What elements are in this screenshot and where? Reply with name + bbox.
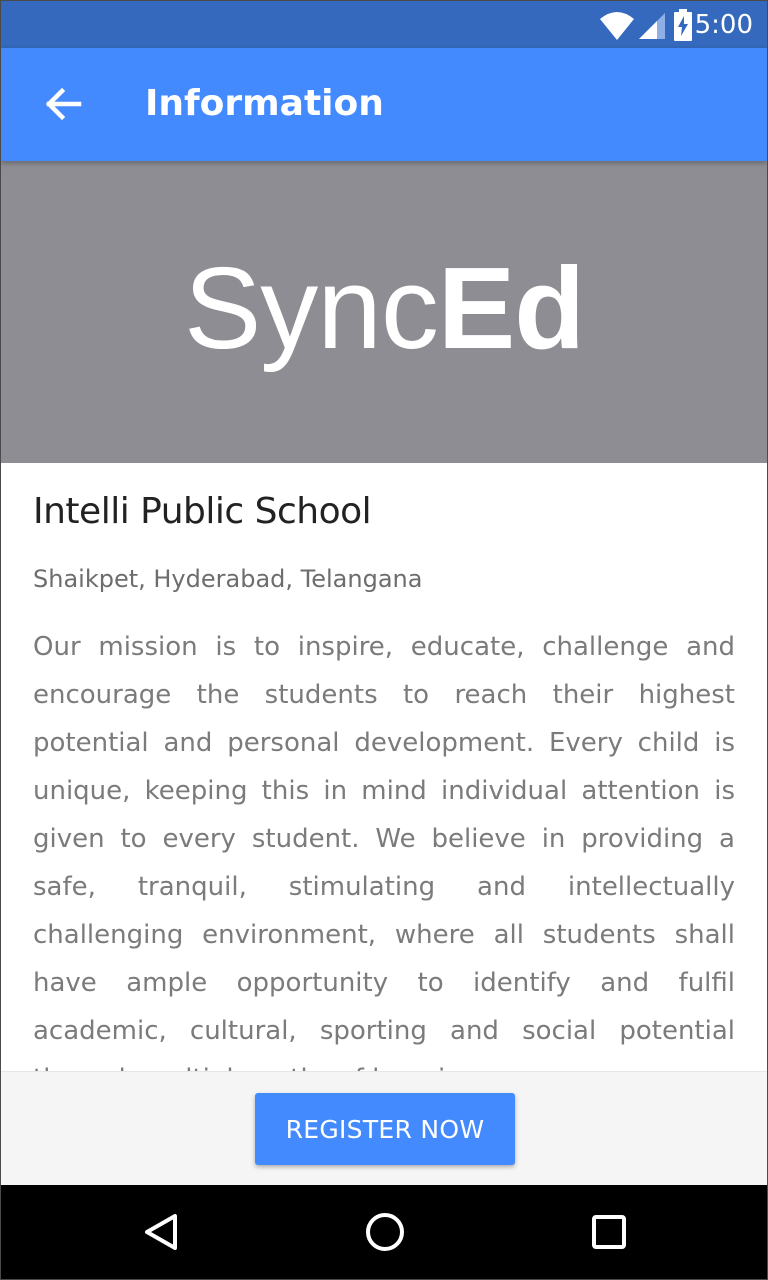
- bottom-action-bar: REGISTER NOW: [1, 1071, 767, 1185]
- system-nav-bar: [1, 1185, 767, 1279]
- app-bar: Information: [1, 48, 767, 161]
- page-title: Information: [145, 83, 384, 124]
- app-screen: 5:00 Information Sync Ed Intelli Public S…: [0, 0, 768, 1280]
- signal-icon: [639, 13, 665, 39]
- battery-charging-icon: [674, 9, 692, 41]
- wifi-icon: [600, 12, 634, 40]
- school-description: Our mission is to inspire, educate, chal…: [33, 632, 735, 1071]
- nav-back-button[interactable]: [131, 1202, 191, 1262]
- banner: Sync Ed: [1, 161, 767, 463]
- status-time: 5:00: [694, 10, 753, 40]
- nav-recents-icon: [592, 1215, 626, 1249]
- school-location: Shaikpet, Hyderabad, Telangana: [33, 565, 423, 593]
- nav-home-icon: [366, 1213, 404, 1251]
- nav-recents-button[interactable]: [579, 1202, 639, 1262]
- status-bar: 5:00: [1, 1, 767, 48]
- logo-text-light: Sync: [183, 243, 439, 373]
- logo-text-bold: Ed: [437, 243, 585, 373]
- nav-home-button[interactable]: [355, 1202, 415, 1262]
- synced-logo: Sync Ed: [1, 161, 767, 463]
- school-name: Intelli Public School: [33, 491, 372, 532]
- info-content[interactable]: Intelli Public School Shaikpet, Hyderaba…: [1, 463, 767, 1071]
- nav-back-icon: [145, 1214, 177, 1250]
- back-button[interactable]: [31, 74, 91, 134]
- register-now-button[interactable]: REGISTER NOW: [255, 1093, 515, 1165]
- arrow-back-icon: [45, 87, 82, 121]
- status-icons: [517, 9, 692, 41]
